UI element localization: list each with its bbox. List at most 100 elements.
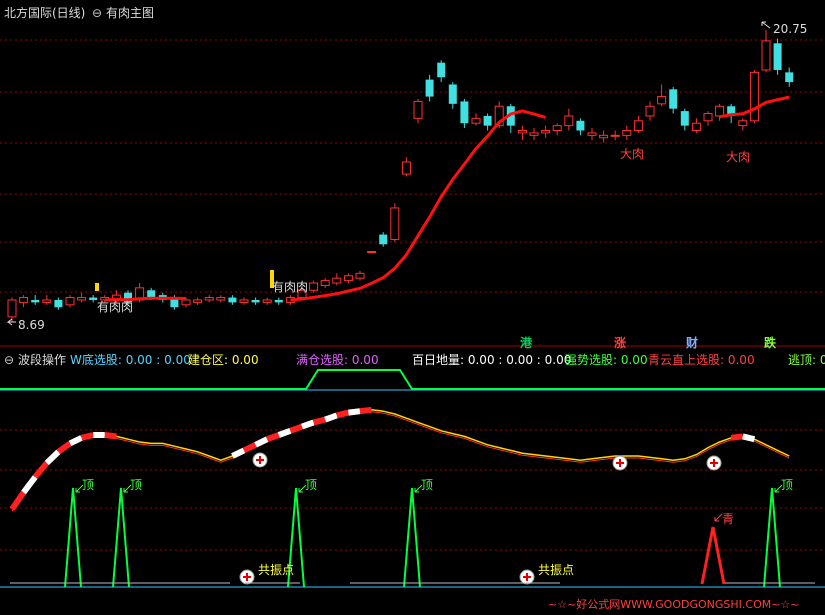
candle-body <box>193 299 203 303</box>
legend-0: 波段操作 <box>18 353 67 367</box>
top-spike <box>763 487 781 588</box>
candle-body <box>309 282 319 291</box>
candle-body <box>332 277 342 284</box>
candle-body <box>204 297 214 301</box>
candle-body <box>587 132 597 136</box>
top-spike <box>64 487 82 588</box>
candle-body <box>645 105 655 117</box>
candle-body <box>19 297 29 303</box>
candle-body <box>517 129 527 134</box>
oscillator-stripe <box>289 423 304 434</box>
candle-body <box>216 297 226 301</box>
oscillator-stripe <box>21 475 38 495</box>
candle-body <box>77 297 87 301</box>
candle-body <box>691 122 701 131</box>
candle-body <box>7 299 17 318</box>
candle-body <box>343 275 353 282</box>
candle-body <box>610 134 620 137</box>
oscillator-stripe <box>254 436 269 448</box>
oscillator-stripe <box>68 435 83 447</box>
candle-body <box>471 117 481 124</box>
oscillator-stripe <box>300 419 315 430</box>
candle-body <box>320 280 330 286</box>
top-spike <box>403 487 421 588</box>
panel-icon[interactable]: ⊖ <box>4 353 14 367</box>
candle-body <box>785 72 794 83</box>
oscillator-stripe <box>742 433 756 443</box>
candle-body <box>680 111 689 126</box>
annotation-4: 大肉 <box>726 150 751 164</box>
ma-segment <box>290 109 547 302</box>
low-label: 8.69 <box>18 318 45 332</box>
candle-body <box>529 132 539 136</box>
legend-5: 强势选股: 0.00 <box>565 353 648 367</box>
indicator-icon[interactable]: ⊖ <box>92 6 102 20</box>
qing-spike <box>700 526 726 585</box>
high-arrow-icon <box>761 21 771 29</box>
top-spike <box>112 487 130 588</box>
oscillator-stripe <box>9 490 27 511</box>
oscillator-stripe <box>348 408 361 416</box>
candle-body <box>42 299 52 303</box>
tag-die: 跌 <box>764 336 777 350</box>
oscillator-stripe <box>730 433 744 441</box>
candle-body <box>761 40 771 71</box>
candle-body <box>65 297 75 306</box>
candle-body <box>239 299 249 303</box>
candle-body <box>251 299 260 303</box>
top-label-3: 顶 <box>305 478 318 492</box>
oscillator-stripe <box>336 409 350 419</box>
oscillator-stripe <box>359 406 372 415</box>
candle-body <box>669 89 678 109</box>
annotation-1: 有肉肉 <box>97 300 134 314</box>
candle-body <box>576 120 585 131</box>
annotation-3: 大肉 <box>620 147 645 161</box>
oscillator-stripe <box>312 416 326 426</box>
resonance-label-1: 共振点 <box>258 563 295 577</box>
legend-6: 青云直上选股: 0.00 <box>648 353 755 367</box>
candle-body <box>262 299 272 303</box>
legend-7: 逃顶: 0. <box>788 353 825 367</box>
candle-body <box>390 207 400 240</box>
chart-root: 北方国际(日线) ⊖ 有肉主图 20.75 8.69 有肉肉 有肉肉 大肉 大肉… <box>0 0 825 615</box>
candle-body <box>564 115 574 127</box>
candle-body <box>274 299 283 303</box>
candle-body <box>738 120 748 127</box>
candle-body <box>89 297 98 300</box>
candle-body <box>355 272 365 279</box>
candle-body <box>552 125 562 131</box>
oscillator-stripe <box>104 432 117 440</box>
candle-body <box>31 299 40 303</box>
qing-arrow-icon <box>714 513 723 522</box>
top-label-2: 顶 <box>130 478 143 492</box>
oscillator-stripe <box>242 442 257 454</box>
stock-name: 北方国际(日线) <box>4 6 86 20</box>
qing-label: 青 <box>722 512 735 526</box>
top-label-5: 顶 <box>781 478 794 492</box>
candle-body <box>401 161 411 175</box>
candle-body <box>379 234 388 245</box>
legend-2: 建仓区: 0.00 <box>188 353 259 367</box>
candle-body <box>657 96 667 105</box>
candle-body <box>599 134 609 139</box>
candle-body <box>715 105 725 117</box>
candle-body <box>181 299 191 306</box>
candle-body <box>448 84 457 104</box>
candle-body <box>228 297 237 303</box>
tag-zhang: 涨 <box>614 336 627 350</box>
candle-body <box>773 43 782 70</box>
candle-body <box>54 299 63 308</box>
candle-body <box>460 101 469 124</box>
full-position-shape <box>0 369 825 390</box>
oscillator-line-yellow <box>11 409 790 510</box>
candle-body <box>749 71 759 122</box>
oscillator-stripe <box>56 440 72 455</box>
candle-body <box>483 115 492 126</box>
candle-body <box>437 62 446 78</box>
indicator-name: 有肉主图 <box>106 6 155 20</box>
legend-1: W底选股: 0.00 : 0.00 <box>70 353 191 367</box>
candle-body <box>622 129 632 136</box>
top-label-4: 顶 <box>421 478 434 492</box>
annotation-2: 有肉肉 <box>272 280 309 294</box>
tag-cai: 财 <box>686 336 699 350</box>
